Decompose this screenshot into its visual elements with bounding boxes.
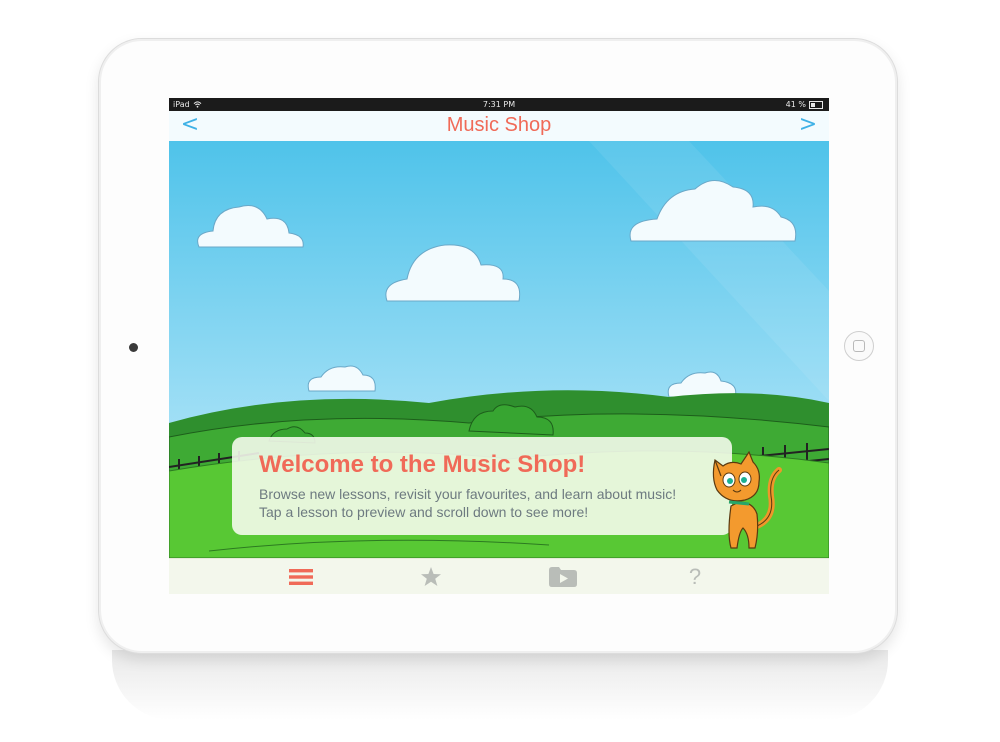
- star-icon: [421, 567, 441, 586]
- welcome-heading: Welcome to the Music Shop!: [259, 451, 586, 478]
- camera-icon: [129, 343, 138, 352]
- page-title: Music Shop: [446, 114, 552, 136]
- play-folder-icon: [549, 567, 577, 587]
- welcome-body: Browse new lessons, revisit your favouri…: [259, 486, 677, 520]
- status-time: 7:31 PM: [482, 100, 516, 109]
- cat-mascot-icon: [712, 450, 782, 549]
- forward-arrow-button[interactable]: >: [793, 111, 823, 141]
- tab-bar: ?: [169, 558, 829, 594]
- menu-icon: [289, 569, 313, 585]
- tab-menu[interactable]: [271, 559, 331, 594]
- device-reflection: [112, 650, 888, 720]
- welcome-panel: Welcome to the Music Shop! Browse new le…: [232, 437, 732, 535]
- app-screen: iPad 7:31 PM 41 % Music Shop < > Welcome…: [169, 98, 829, 594]
- back-arrow-button[interactable]: <: [175, 111, 205, 141]
- tab-help[interactable]: ?: [665, 559, 725, 594]
- battery-percent: 41 %: [785, 100, 806, 109]
- home-button[interactable]: [844, 331, 874, 361]
- help-icon: ?: [688, 564, 702, 589]
- nav-bar: Music Shop < >: [169, 111, 829, 142]
- status-bar: iPad 7:31 PM 41 %: [169, 98, 829, 111]
- tab-videos[interactable]: [533, 559, 593, 594]
- tab-favourites[interactable]: [401, 559, 461, 594]
- battery-icon: [809, 100, 823, 109]
